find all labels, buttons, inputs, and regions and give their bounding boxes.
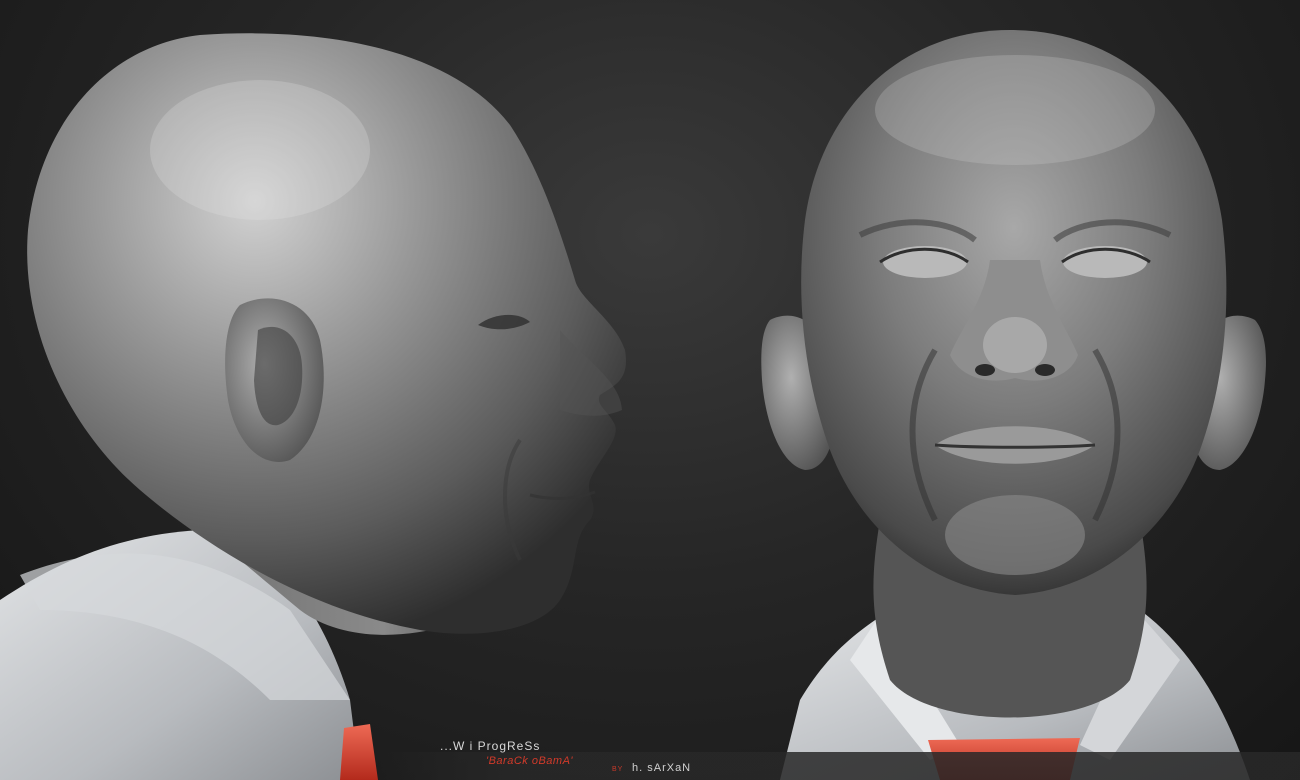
profile-tie — [340, 724, 378, 780]
front-head — [761, 30, 1266, 780]
front-eye-right — [1063, 246, 1147, 278]
author-credit: h. sArXaN — [632, 762, 692, 774]
wip-label: ...W i ProgReSs — [440, 739, 541, 753]
profile-head — [0, 33, 626, 780]
artwork-title: 'BaraCk oBamA' — [486, 755, 574, 767]
sculpt-render — [0, 30, 1266, 780]
front-eye-left — [883, 246, 967, 278]
artwork-canvas: ...W i ProgReSs 'BaraCk oBamA' BY h. sAr… — [0, 0, 1300, 780]
by-label: BY — [612, 766, 624, 773]
